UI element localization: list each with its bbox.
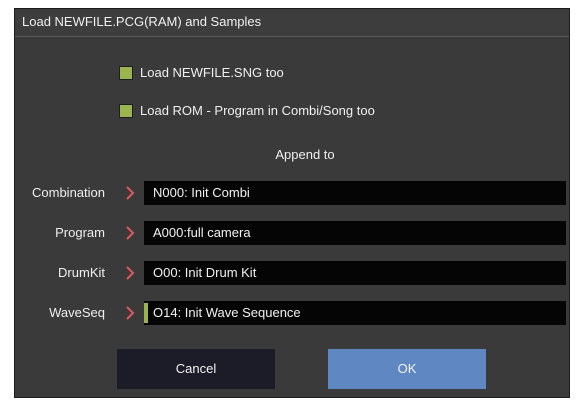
- load-dialog: Load NEWFILE.PCG(RAM) and Samples Load N…: [14, 8, 570, 398]
- program-label: Program: [55, 225, 105, 240]
- chevron-right-icon[interactable]: [123, 266, 137, 280]
- drumkit-field[interactable]: O00: Init Drum Kit: [144, 261, 566, 285]
- combination-field[interactable]: N000: Init Combi: [144, 181, 566, 205]
- load-sng-option[interactable]: Load NEWFILE.SNG too: [119, 65, 284, 80]
- waveseq-field[interactable]: O14: Init Wave Sequence: [144, 301, 566, 325]
- load-sng-checkbox[interactable]: [119, 65, 133, 80]
- drumkit-row: DrumKit O00: Init Drum Kit: [15, 261, 569, 285]
- load-rom-option[interactable]: Load ROM - Program in Combi/Song too: [119, 103, 375, 118]
- ok-button[interactable]: OK: [328, 349, 486, 389]
- chevron-right-icon[interactable]: [123, 306, 137, 320]
- append-to-label: Append to: [275, 147, 335, 162]
- program-row: Program A000:full camera: [15, 221, 569, 245]
- combination-label: Combination: [32, 185, 105, 200]
- program-field[interactable]: A000:full camera: [144, 221, 566, 245]
- load-rom-checkbox[interactable]: [119, 103, 133, 118]
- combination-row: Combination N000: Init Combi: [15, 181, 569, 205]
- cancel-button[interactable]: Cancel: [117, 349, 275, 389]
- waveseq-value: O14: Init Wave Sequence: [153, 305, 301, 320]
- waveseq-label: WaveSeq: [49, 305, 105, 320]
- waveseq-row: WaveSeq O14: Init Wave Sequence: [15, 301, 569, 325]
- selection-cursor: [144, 303, 148, 323]
- load-sng-label: Load NEWFILE.SNG too: [140, 65, 284, 80]
- dialog-title: Load NEWFILE.PCG(RAM) and Samples: [15, 9, 569, 37]
- chevron-right-icon[interactable]: [123, 226, 137, 240]
- drumkit-label: DrumKit: [58, 265, 105, 280]
- chevron-right-icon[interactable]: [123, 186, 137, 200]
- load-rom-label: Load ROM - Program in Combi/Song too: [140, 103, 375, 118]
